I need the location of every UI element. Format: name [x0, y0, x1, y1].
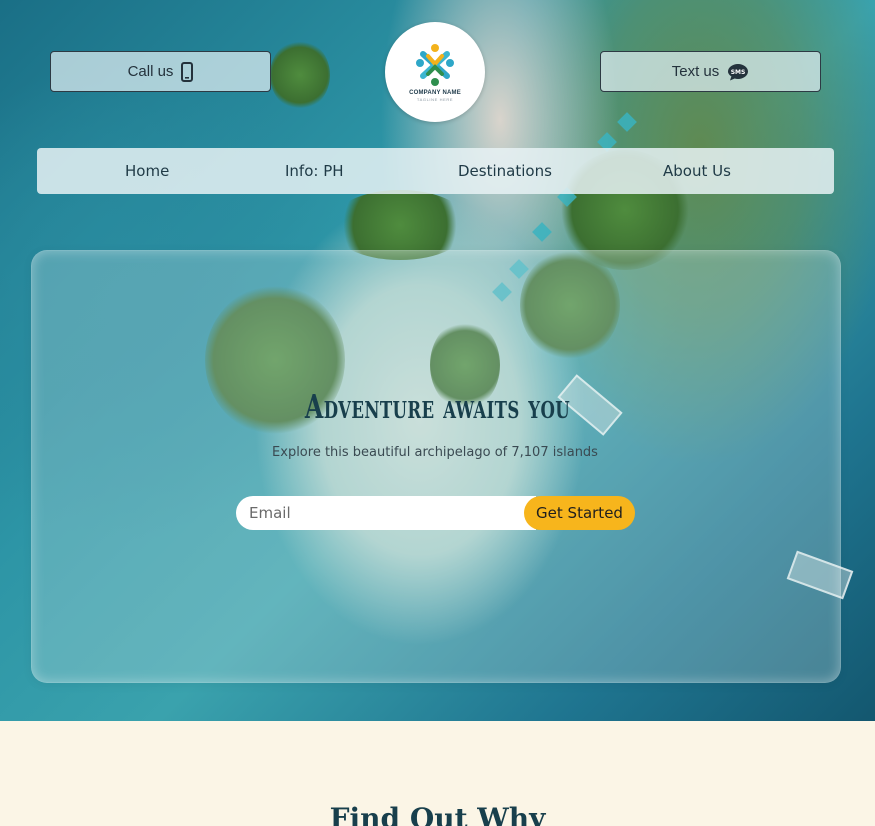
nav-item-info-ph[interactable]: Info: PH — [285, 148, 344, 194]
hero-hut — [617, 112, 637, 132]
people-logo-icon — [416, 44, 454, 86]
text-us-label: Text us — [671, 63, 720, 80]
main-nav: Home Info: PH Destinations About Us — [37, 148, 834, 194]
company-logo[interactable]: COMPANY NAME TAGLINE HERE — [385, 22, 485, 122]
hero-headline: Adventure awaits you — [304, 387, 571, 426]
logo-tagline: TAGLINE HERE — [416, 97, 454, 102]
logo-company-name: COMPANY NAME — [409, 90, 461, 96]
hero-card — [31, 250, 841, 683]
hero-subheadline: Explore this beautiful archipelago of 7,… — [272, 445, 598, 460]
nav-item-about-us[interactable]: About Us — [663, 148, 731, 194]
get-started-button[interactable]: Get Started — [524, 496, 635, 530]
call-us-label: Call us — [127, 63, 174, 80]
phone-icon — [181, 61, 194, 82]
hero-hut — [532, 222, 552, 242]
call-us-button[interactable]: Call us — [50, 51, 271, 92]
hero-tree-cluster — [270, 40, 330, 110]
nav-item-destinations[interactable]: Destinations — [458, 148, 552, 194]
nav-item-home[interactable]: Home — [125, 148, 169, 194]
text-us-button[interactable]: Text us SMS — [600, 51, 821, 92]
email-input[interactable] — [236, 496, 536, 530]
section-title: Find Out Why — [329, 802, 546, 826]
sms-icon: SMS — [728, 63, 749, 80]
svg-text:SMS: SMS — [731, 69, 746, 76]
